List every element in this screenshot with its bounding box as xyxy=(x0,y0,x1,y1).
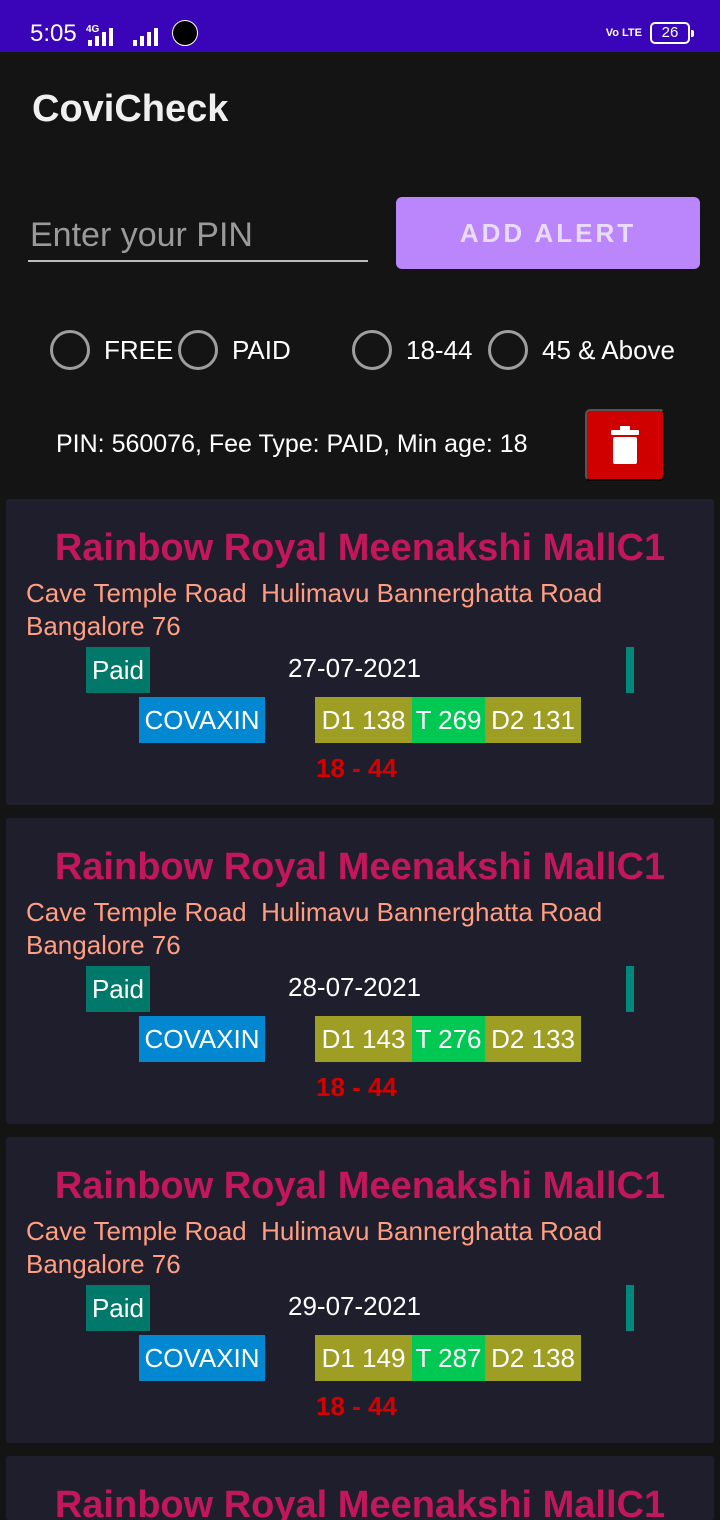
total-capacity: T 269 xyxy=(412,697,485,743)
dose1-capacity: D1 143 xyxy=(315,1016,412,1062)
session-date: 29-07-2021 xyxy=(288,1291,421,1321)
center-address: Cave Temple Road Hulimavu Bannerghatta R… xyxy=(26,1215,686,1281)
radio-age-45-above[interactable]: 45 & Above xyxy=(488,330,675,370)
radio-paid[interactable]: PAID xyxy=(178,330,291,370)
session-card[interactable]: Rainbow Royal Meenakshi MallC1 Cave Temp… xyxy=(6,499,714,805)
address-line: Cave Temple Road Hulimavu Bannerghatta R… xyxy=(26,578,603,608)
center-address: Cave Temple Road Hulimavu Bannerghatta R… xyxy=(26,577,686,643)
center-name: Rainbow Royal Meenakshi MallC1 xyxy=(54,846,666,888)
radio-age-18-44[interactable]: 18-44 xyxy=(352,330,473,370)
fee-badge: Paid xyxy=(86,966,150,1012)
dose1-capacity: D1 149 xyxy=(315,1335,412,1381)
center-name: Rainbow Royal Meenakshi MallC1 xyxy=(54,1484,666,1520)
session-card[interactable]: Rainbow Royal Meenakshi MallC1 Cave Temp… xyxy=(6,1137,714,1443)
center-address: Cave Temple Road Hulimavu Bannerghatta R… xyxy=(26,896,686,962)
session-date: 27-07-2021 xyxy=(288,653,421,683)
session-card[interactable]: Rainbow Royal Meenakshi MallC1 xyxy=(6,1456,714,1520)
network-type-label: 4G xyxy=(86,24,100,35)
age-range: 18 - 44 xyxy=(316,1391,397,1421)
session-card[interactable]: Rainbow Royal Meenakshi MallC1 Cave Temp… xyxy=(6,818,714,1124)
age-range: 18 - 44 xyxy=(316,1072,397,1102)
availability-indicator xyxy=(626,1285,634,1331)
address-line: Cave Temple Road Hulimavu Bannerghatta R… xyxy=(26,897,603,927)
age-range: 18 - 44 xyxy=(316,753,397,783)
radio-circle[interactable] xyxy=(352,330,392,370)
volte-icon: Vo LTE xyxy=(605,26,642,39)
status-icons: 4G xyxy=(86,20,198,46)
availability-indicator xyxy=(626,966,634,1012)
dose1-capacity: D1 138 xyxy=(315,697,412,743)
status-bar: 5:05 4G Vo LTE 26 xyxy=(0,0,720,52)
center-name: Rainbow Royal Meenakshi MallC1 xyxy=(54,1165,666,1207)
radio-label: 18-44 xyxy=(406,334,473,365)
vaccine-badge: COVAXIN xyxy=(139,697,265,743)
status-right: Vo LTE 26 xyxy=(605,22,694,44)
center-name: Rainbow Royal Meenakshi MallC1 xyxy=(54,527,666,569)
dose2-capacity: D2 138 xyxy=(485,1335,581,1381)
battery-icon: 26 xyxy=(650,22,694,44)
radio-circle[interactable] xyxy=(488,330,528,370)
status-time: 5:05 xyxy=(30,20,77,47)
signal-icon xyxy=(133,26,158,46)
total-capacity: T 287 xyxy=(412,1335,485,1381)
page-title: CoviCheck xyxy=(32,88,229,130)
alert-summary: PIN: 560076, Fee Type: PAID, Min age: 18 xyxy=(56,430,528,458)
availability-indicator xyxy=(626,647,634,693)
trash-icon xyxy=(611,426,639,464)
add-alert-button[interactable]: ADD ALERT xyxy=(396,197,700,269)
radio-label: 45 & Above xyxy=(542,334,675,365)
radio-circle[interactable] xyxy=(178,330,218,370)
pin-input[interactable] xyxy=(28,210,368,262)
signal-icon: 4G xyxy=(86,24,113,46)
filter-radio-group: FREE PAID 18-44 45 & Above xyxy=(0,330,720,372)
app-notification-icon xyxy=(172,20,198,46)
fee-badge: Paid xyxy=(86,647,150,693)
dose2-capacity: D2 133 xyxy=(485,1016,581,1062)
dose2-capacity: D2 131 xyxy=(485,697,581,743)
address-line: Bangalore 76 xyxy=(26,1249,181,1279)
radio-label: PAID xyxy=(232,334,291,365)
radio-label: FREE xyxy=(104,334,174,365)
address-line: Bangalore 76 xyxy=(26,611,181,641)
vaccine-badge: COVAXIN xyxy=(139,1016,265,1062)
session-date: 28-07-2021 xyxy=(288,972,421,1002)
total-capacity: T 276 xyxy=(412,1016,485,1062)
vaccine-badge: COVAXIN xyxy=(139,1335,265,1381)
radio-free[interactable]: FREE xyxy=(50,330,173,370)
fee-badge: Paid xyxy=(86,1285,150,1331)
delete-alert-button[interactable] xyxy=(585,409,665,481)
address-line: Cave Temple Road Hulimavu Bannerghatta R… xyxy=(26,1216,603,1246)
radio-circle[interactable] xyxy=(50,330,90,370)
address-line: Bangalore 76 xyxy=(26,930,181,960)
